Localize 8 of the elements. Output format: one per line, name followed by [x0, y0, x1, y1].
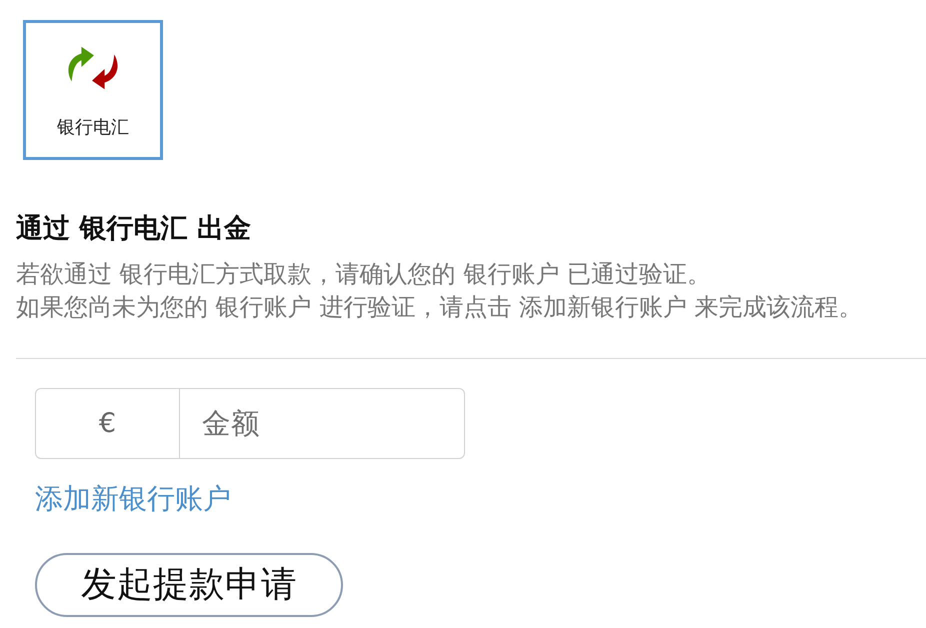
currency-addon: €: [35, 388, 179, 460]
amount-input[interactable]: 金额: [179, 388, 465, 460]
section-heading: 通过 银行电汇 出金: [16, 212, 251, 246]
payment-method-tile[interactable]: 银行电汇: [23, 20, 163, 160]
payment-method-label: 银行电汇: [57, 117, 129, 139]
description-text: 若欲通过 银行电汇方式取款，请确认您的 银行账户 已通过验证。: [16, 259, 712, 290]
submit-withdrawal-button[interactable]: 发起提款申请: [35, 553, 343, 618]
description-text: 如果您尚未为您的 银行账户 进行验证，请点击 添加新银行账户 来完成该流程。: [16, 292, 863, 324]
